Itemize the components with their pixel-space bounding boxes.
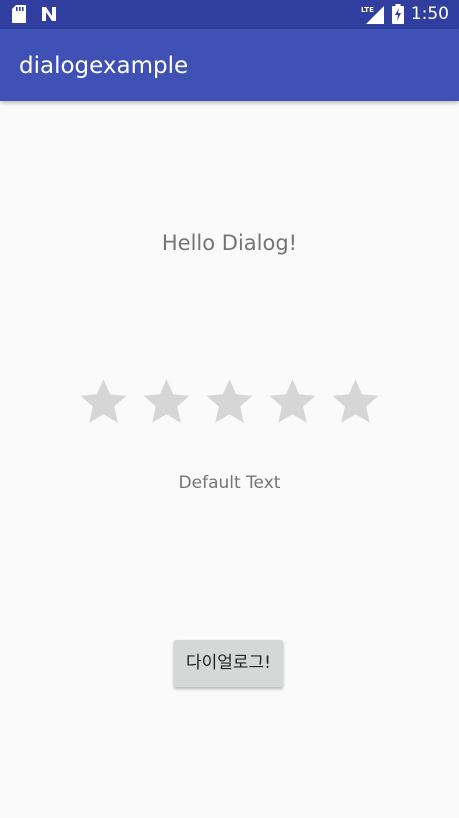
star-icon-5[interactable]: [330, 376, 381, 427]
hello-text: Hello Dialog!: [161, 231, 298, 255]
show-dialog-button[interactable]: 다이얼로그!: [174, 640, 283, 687]
status-left-icons: [12, 5, 58, 23]
star-icon-4[interactable]: [267, 376, 318, 427]
rating-bar[interactable]: [78, 376, 381, 427]
app-bar: dialogexample: [0, 29, 459, 101]
sd-card-icon: [12, 5, 26, 23]
status-bar: LTE 1:50: [0, 0, 459, 29]
phone-screen: LTE 1:50 dialogexample Hello Dialog! Def…: [0, 0, 459, 818]
status-right-icons: LTE 1:50: [361, 4, 449, 24]
default-text: Default Text: [178, 473, 281, 493]
status-clock: 1:50: [410, 4, 449, 24]
n-notification-icon: [42, 7, 56, 21]
svg-text:LTE: LTE: [361, 6, 374, 14]
lte-signal-icon: LTE: [361, 6, 384, 24]
star-icon-1[interactable]: [78, 376, 129, 427]
app-title: dialogexample: [19, 53, 189, 79]
battery-charging-icon: [391, 4, 404, 24]
star-icon-3[interactable]: [204, 376, 255, 427]
star-icon-2[interactable]: [141, 376, 192, 427]
